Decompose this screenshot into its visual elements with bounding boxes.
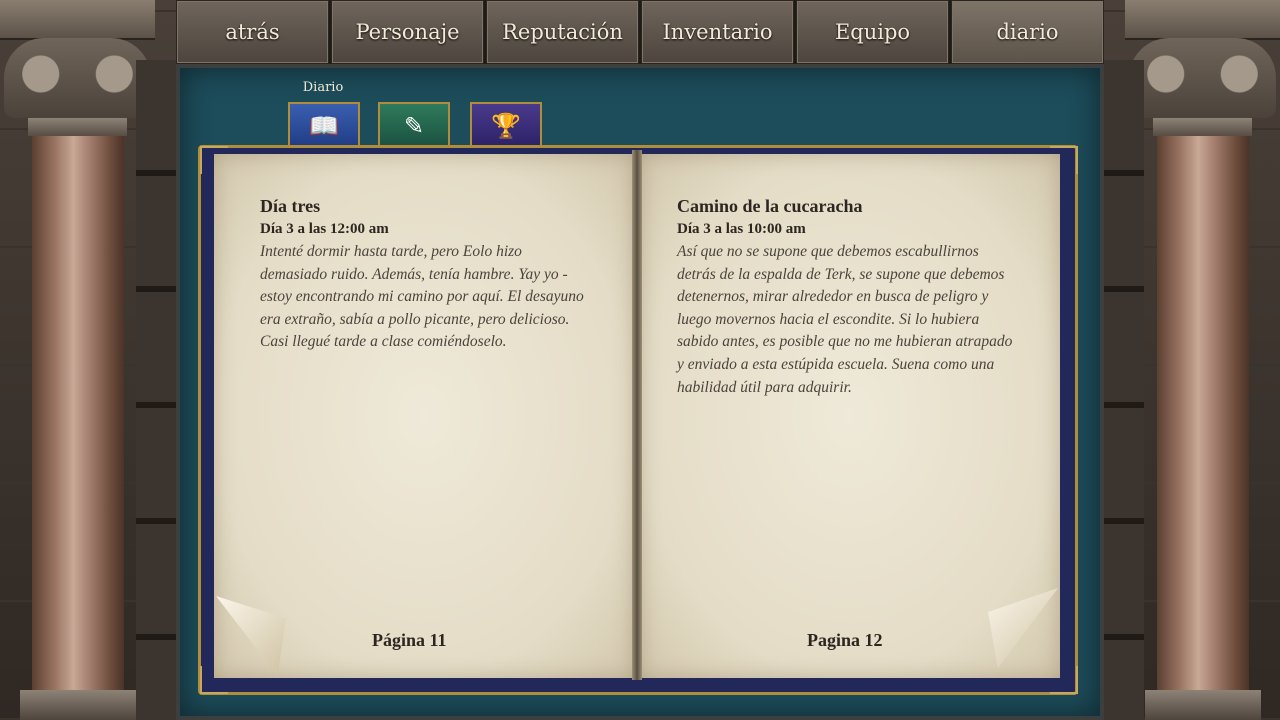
left-pillar — [0, 0, 155, 720]
body-line: sabido antes, es posible que no me hubie… — [677, 333, 1013, 351]
left-entry-title: Día tres — [260, 196, 321, 216]
tab-journal[interactable]: diario — [951, 0, 1104, 64]
body-line: detrás de la espalda de Terk, se supone … — [677, 265, 1005, 283]
left-entry-body: Intenté dormir hasta tarde, pero Eolo hi… — [260, 241, 620, 354]
right-page-number: Pagina 12 — [807, 630, 883, 650]
section-label: Diario — [302, 80, 344, 95]
body-line: demasiado ruido. Además, tenía hambre. Y… — [260, 265, 568, 283]
body-line: Casi llegué tarde a clase comiéndoselo. — [260, 333, 507, 351]
body-line: era extraño, sabía a pollo picante, pero… — [260, 310, 570, 328]
body-line: estoy encontrando mi camino por aquí. El… — [260, 288, 584, 306]
body-line: Intenté dormir hasta tarde, pero Eolo hi… — [260, 243, 522, 260]
right-entry-body: Así que no se supone que debemos escabul… — [677, 241, 1047, 399]
body-line: y enviado a esta estúpida escuela. Suena… — [677, 355, 995, 373]
tab-equipment[interactable]: Equipo — [796, 0, 949, 64]
left-brick-column — [136, 60, 180, 720]
corner-ornament — [1050, 146, 1078, 174]
tab-character[interactable]: Personaje — [331, 0, 484, 64]
left-entry-time: Día 3 a las 12:00 am — [260, 221, 389, 237]
tab-back[interactable]: atrás — [176, 0, 329, 64]
scroll-quill-icon[interactable]: ✎ — [378, 102, 450, 148]
corner-ornament — [200, 146, 228, 174]
body-line: habilidad útil para adquirir. — [677, 378, 852, 396]
right-pillar — [1125, 0, 1280, 720]
left-page-number: Página 11 — [372, 630, 447, 650]
corner-ornament — [1050, 666, 1078, 694]
right-entry-time: Día 3 a las 10:00 am — [677, 221, 806, 237]
right-entry-title: Camino de la cucaracha — [677, 196, 863, 216]
right-brick-column — [1100, 60, 1144, 720]
body-line: detenernos, mirar alrededor en busca de … — [677, 288, 989, 306]
tab-inventory[interactable]: Inventario — [641, 0, 794, 64]
trophy-icon[interactable]: 🏆 — [470, 102, 542, 148]
body-line: luego movernos hacia el escondite. Si lo… — [677, 310, 980, 328]
top-nav: atrás Personaje Reputación Inventario Eq… — [176, 0, 1104, 64]
tab-reputation[interactable]: Reputación — [486, 0, 639, 64]
body-line: Así que no se supone que debemos escabul… — [677, 243, 979, 260]
book-icon[interactable]: 📖 — [288, 102, 360, 148]
book-spine — [632, 150, 642, 680]
corner-ornament — [200, 666, 228, 694]
